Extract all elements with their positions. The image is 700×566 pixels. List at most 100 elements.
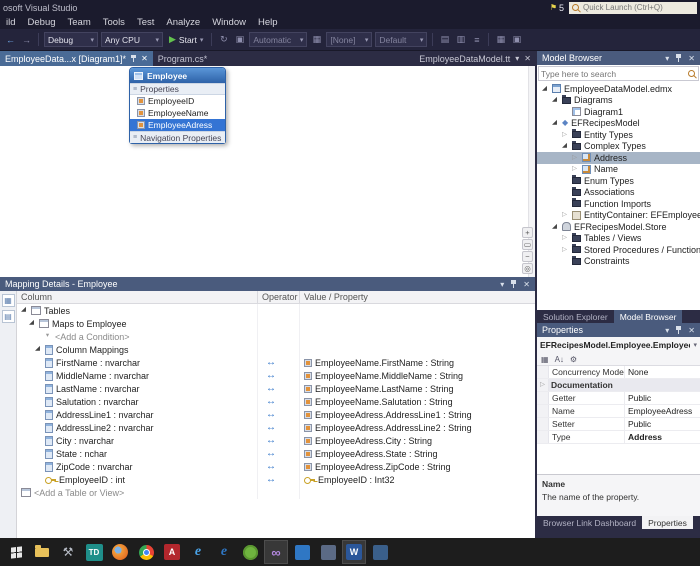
pin-icon[interactable] [675,54,682,62]
pin-icon[interactable] [675,326,682,334]
process-dropdown[interactable]: Default ▾ [375,32,428,47]
start-debugging-button[interactable]: ▶ Start ▾ [166,34,206,45]
taskbar-firefox[interactable] [108,540,132,564]
expander-icon[interactable]: ◢ [19,307,28,314]
tree-node-store[interactable]: ◢ EFRecipesModel.Store [537,221,700,233]
entity-property-employeeadress[interactable]: EmployeeAdress [130,119,225,131]
taskbar-visual-studio[interactable]: ∞ [264,540,288,564]
property-row-setter[interactable]: Setter Public [537,418,700,431]
tab-properties[interactable]: Properties [642,516,693,529]
pin-icon[interactable] [130,54,137,63]
column-header-value[interactable]: Value / Property [300,291,535,303]
employee-entity-shape[interactable]: Employee ≡ Properties EmployeeID Employe… [129,67,226,144]
navigate-forward-icon[interactable]: → [20,35,33,45]
pin-icon[interactable] [510,280,517,288]
property-category-documentation[interactable]: ▷ Documentation [537,379,700,392]
entity-property-employeeid[interactable]: EmployeeID [130,95,225,107]
expander-icon[interactable]: ▷ [560,131,569,139]
entity-navigation-section[interactable]: ≡ Navigation Properties [130,131,225,143]
toolbar-icon-columns[interactable]: ▥ [454,34,467,45]
mapping-row[interactable]: MiddleName : nvarchar ↔ EmployeeName.Mid… [17,369,535,382]
expander-icon[interactable]: ◢ [550,223,559,231]
close-document-icon[interactable]: ✕ [524,54,531,63]
taskbar-word[interactable]: W [342,540,366,564]
entity-designer-surface[interactable]: Employee ≡ Properties EmployeeID Employe… [0,66,535,277]
taskbar-start-button[interactable] [4,540,28,564]
pan-icon[interactable]: ◎ [522,263,533,274]
chevron-down-icon[interactable]: ▾ [665,326,669,335]
tree-node-address[interactable]: ▷ Address [537,152,700,164]
model-browser-search-input[interactable] [541,68,688,79]
taskbar-internet-explorer[interactable]: e [186,540,210,564]
taskbar-acrobat-reader[interactable]: A [160,540,184,564]
table-mapping-view-icon[interactable]: ▦ [1,294,15,307]
column-header-column[interactable]: Column [17,291,258,303]
tab-solution-explorer[interactable]: Solution Explorer [537,310,614,323]
section-grip-icon[interactable]: ≡ [133,86,137,93]
taskbar-green-app[interactable] [238,540,262,564]
property-value[interactable]: Address [625,432,700,442]
menu-item-analyze[interactable]: Analyze [160,15,206,29]
mapping-row[interactable]: LastName : nvarchar ↔ EmployeeName.LastN… [17,382,535,395]
tree-node-tables-views[interactable]: ▷ Tables / Views [537,232,700,245]
property-row-name[interactable]: Name EmployeeAdress [537,405,700,418]
expander-icon[interactable]: ▷ [560,234,569,242]
toolbar-icon-refresh[interactable]: ↻ [217,34,230,45]
mapping-row-column-mappings[interactable]: ◢ Column Mappings [17,343,535,356]
property-value[interactable]: Public [625,419,700,429]
model-browser-search-box[interactable] [538,66,699,81]
tree-node-diagram1[interactable]: Diagram1 [537,106,700,118]
mapping-details-header[interactable]: Mapping Details - Employee ▾ ✕ [0,277,535,291]
expander-icon[interactable]: ▷ [570,165,579,173]
expander-icon[interactable]: ▷ [560,211,569,219]
zoom-fit-icon[interactable]: ▭ [522,239,533,250]
mapping-row-maps-to-employee[interactable]: ◢ Maps to Employee [17,317,535,330]
expander-icon[interactable]: ◢ [560,142,569,150]
column-header-operator[interactable]: Operator [258,291,300,303]
condition-dropdown-icon[interactable]: ▾ [43,333,52,340]
tree-node-diagrams[interactable]: ◢ Diagrams [537,94,700,107]
property-value[interactable]: None [625,367,700,377]
toolbar-icon-grid2[interactable]: ▦ [494,34,507,45]
platform-dropdown[interactable]: Any CPU ▾ [101,32,163,47]
property-row-concurrency-mode[interactable]: Concurrency Mode None [537,366,700,379]
taskbar-media-app[interactable] [368,540,392,564]
taskbar-blue-app[interactable] [290,540,314,564]
tab-browser-link-dashboard[interactable]: Browser Link Dashboard [537,516,642,529]
tree-node-constraints[interactable]: Constraints [537,255,700,268]
quick-launch-input[interactable] [583,3,694,12]
menu-item-build[interactable]: ild [0,15,22,29]
tree-node-associations[interactable]: Associations [537,186,700,199]
property-pages-icon[interactable]: ⚙ [570,355,577,364]
taskbar-office-app[interactable] [316,540,340,564]
property-row-type[interactable]: Type Address [537,431,700,444]
mapping-row[interactable]: ZipCode : nvarchar ↔ EmployeeAdress.ZipC… [17,460,535,473]
close-panel-icon[interactable]: ✕ [523,280,530,289]
chevron-down-icon[interactable]: ▾ [665,54,669,63]
selected-object-dropdown[interactable]: EFRecipesModel.Employee.EmployeeAdress ▾ [537,337,700,353]
function-mapping-view-icon[interactable]: ▤ [1,310,15,323]
mapping-row[interactable]: AddressLine2 : nvarchar ↔ EmployeeAdress… [17,421,535,434]
toolbar-icon-rows[interactable]: ▤ [438,34,451,45]
mapping-row[interactable]: City : nvarchar ↔ EmployeeAdress.City : … [17,434,535,447]
toolbar-icon-blocks[interactable]: ▣ [233,34,246,45]
expander-icon[interactable]: ◢ [27,320,36,327]
entity-properties-section[interactable]: ≡ Properties [130,83,225,95]
mapping-row[interactable]: FirstName : nvarchar ↔ EmployeeName.Firs… [17,356,535,369]
taskbar-file-explorer[interactable] [30,540,54,564]
taskbar-edge[interactable]: e [212,540,236,564]
menu-item-team[interactable]: Team [62,15,97,29]
mapping-row-tables[interactable]: ◢ Tables [17,304,535,317]
tree-node-efrecipesmodel[interactable]: ◢ ◆ EFRecipesModel [537,118,700,130]
expander-icon[interactable]: ◢ [33,346,42,353]
mapping-row[interactable]: Salutation : nvarchar ↔ EmployeeName.Sal… [17,395,535,408]
tab-diagram1[interactable]: EmployeeData...x [Diagram1]* ✕ [0,51,153,66]
property-row-getter[interactable]: Getter Public [537,392,700,405]
menu-item-debug[interactable]: Debug [22,15,62,29]
tab-model-browser[interactable]: Model Browser [613,310,683,323]
tab-program-cs[interactable]: Program.cs* [153,51,213,66]
toolbar-icon-grid[interactable]: ▦ [310,34,323,45]
menu-item-test[interactable]: Test [131,15,160,29]
zoom-out-icon[interactable]: − [522,251,533,262]
toolbar-icon-blocks2[interactable]: ▣ [510,34,523,45]
